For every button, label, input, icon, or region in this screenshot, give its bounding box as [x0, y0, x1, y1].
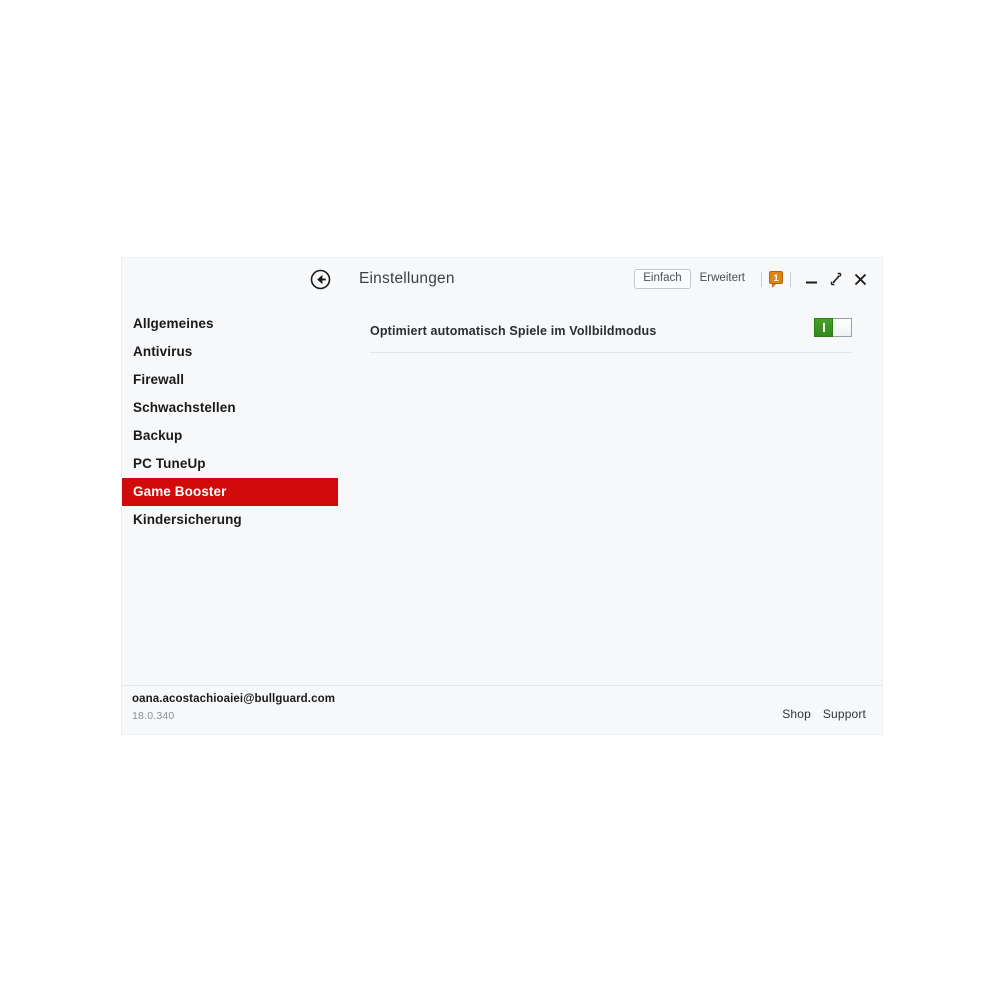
tab-einfach[interactable]: Einfach [634, 268, 691, 290]
sidebar-item-kindersicherung[interactable]: Kindersicherung [122, 506, 338, 534]
minimize-button[interactable] [803, 270, 822, 289]
minimize-icon [806, 281, 817, 283]
restore-down-icon [830, 272, 842, 285]
titlebar-controls: Einfach Erweitert 1 [634, 267, 870, 291]
titlebar-separator-left [761, 271, 762, 287]
footer-links: Shop Support [782, 707, 866, 721]
toggle-knob [833, 318, 852, 337]
toggle-on-segment [814, 318, 833, 337]
window-footer: oana.acostachioaiei@bullguard.com 18.0.3… [122, 685, 882, 734]
tab-erweitert[interactable]: Erweitert [691, 269, 754, 290]
close-icon [854, 273, 867, 285]
settings-content-panel: Optimiert automatisch Spiele im Vollbild… [338, 300, 882, 685]
bullguard-settings-window: Einstellungen Einfach Erweitert 1 Allgem… [122, 258, 882, 734]
restore-button[interactable] [827, 270, 846, 289]
account-email: oana.acostachioaiei@bullguard.com [132, 693, 336, 705]
toggle-on-mark-icon [822, 323, 825, 332]
page-title: Einstellungen [359, 270, 455, 287]
sidebar-item-firewall[interactable]: Firewall [122, 366, 338, 394]
sidebar-item-antivirus[interactable]: Antivirus [122, 338, 338, 366]
titlebar-separator-right [790, 271, 791, 287]
notification-badge-icon[interactable]: 1 [769, 270, 783, 288]
version-label: 18.0.340 [132, 710, 175, 722]
sidebar-item-backup[interactable]: Backup [122, 422, 338, 450]
window-body: Allgemeines Antivirus Firewall Schwachst… [122, 300, 882, 685]
sidebar-item-allgemeines[interactable]: Allgemeines [122, 310, 338, 338]
sidebar-item-schwachstellen[interactable]: Schwachstellen [122, 394, 338, 422]
setting-row-fullscreen-optimization: Optimiert automatisch Spiele im Vollbild… [370, 310, 852, 353]
speech-bubble-badge-icon: 1 [769, 270, 783, 287]
back-circle-arrow-icon [310, 269, 331, 290]
footer-link-shop[interactable]: Shop [782, 707, 811, 721]
notification-count: 1 [773, 273, 779, 284]
sidebar-item-game-booster[interactable]: Game Booster [122, 478, 338, 506]
back-arrow-icon[interactable] [310, 269, 331, 290]
setting-label: Optimiert automatisch Spiele im Vollbild… [370, 324, 657, 338]
settings-sidebar: Allgemeines Antivirus Firewall Schwachst… [122, 300, 338, 685]
sidebar-item-pc-tuneup[interactable]: PC TuneUp [122, 450, 338, 478]
close-button[interactable] [851, 270, 870, 289]
fullscreen-optimization-toggle[interactable] [814, 318, 852, 337]
window-titlebar: Einstellungen Einfach Erweitert 1 [122, 258, 882, 300]
footer-link-support[interactable]: Support [823, 707, 866, 721]
